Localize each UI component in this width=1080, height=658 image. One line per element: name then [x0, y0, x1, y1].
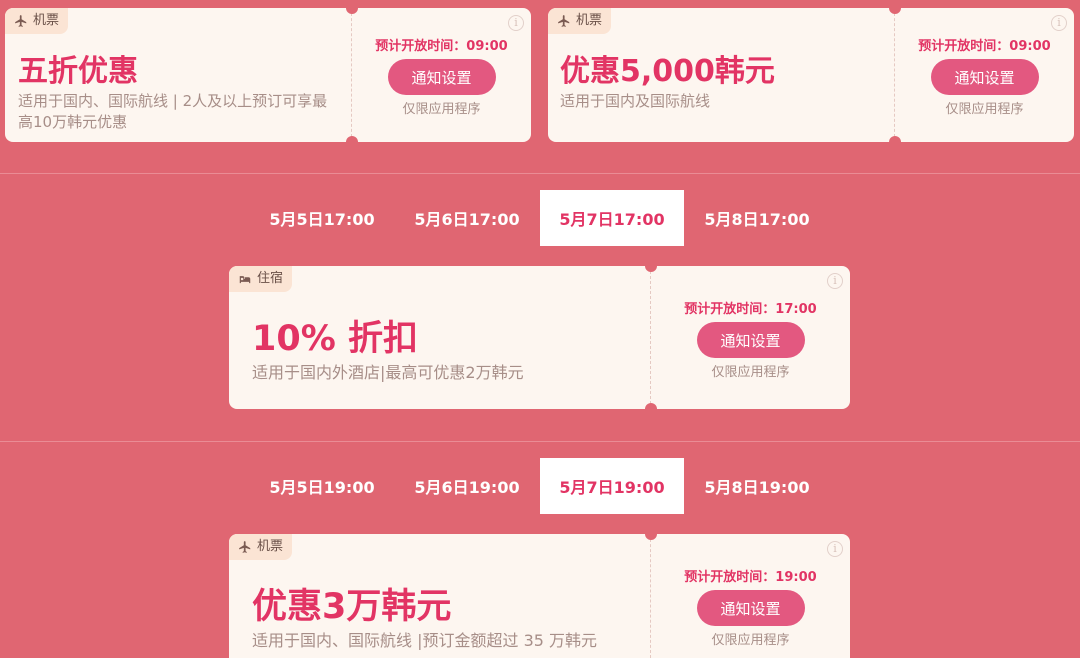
time-tab-may8-1900[interactable]: 5月8日19:00 [685, 458, 829, 514]
time-slot-tabs: 5月5日17:00 5月6日17:00 5月7日17:00 5月8日17:00 [0, 190, 1080, 246]
app-only-label: 仅限应用程序 [711, 365, 790, 380]
coupon-description-line: 适用于国内、国际航线 |预订金额超过 35 万韩元 [252, 631, 598, 650]
time-tab-may6-1900[interactable]: 5月6日19:00 [395, 458, 539, 514]
info-icon[interactable]: i [827, 273, 843, 289]
coupon-body: 机票 五折优惠 适用于国内、国际航线 | 2人及以上预订可享最 高10万韩元优惠 [5, 8, 351, 142]
coupon-description: 适用于国内、国际航线 |预订金额超过 35 万韩元 [252, 630, 652, 651]
open-time: 预计开放时间：17:00 [684, 302, 817, 317]
coupon-description: 适用于国内外酒店|最高可优惠2万韩元 [252, 362, 632, 383]
coupon-description-line: 适用于国内及国际航线 [560, 92, 711, 110]
bed-icon [239, 276, 251, 284]
notify-settings-button[interactable]: 通知设置 [696, 322, 805, 358]
coupon-title: 10% 折扣 [252, 319, 418, 359]
coupon-body: 机票 优惠3万韩元 适用于国内、国际航线 |预订金额超过 35 万韩元 [229, 534, 650, 658]
app-only-label: 仅限应用程序 [402, 102, 481, 117]
coupon-action-panel: i 预计开放时间：17:00 通知设置 仅限应用程序 [645, 266, 850, 409]
time-tab-may6-1700[interactable]: 5月6日17:00 [395, 190, 539, 246]
coupon-title: 优惠5,000韩元 [560, 54, 775, 89]
time-tab-may7-1700[interactable]: 5月7日17:00 [540, 190, 684, 246]
coupon-description-line: 适用于国内、国际航线 | 2人及以上预订可享最 [18, 92, 328, 110]
notify-settings-button[interactable]: 通知设置 [930, 59, 1039, 95]
open-time: 预计开放时间：19:00 [684, 570, 817, 585]
section-divider [0, 173, 1080, 174]
info-icon[interactable]: i [508, 15, 524, 31]
app-only-label: 仅限应用程序 [711, 633, 790, 648]
category-tag: 住宿 [229, 266, 293, 292]
coupon-title: 五折优惠 [18, 54, 138, 89]
category-tag-label: 住宿 [257, 271, 284, 286]
coupon-description-line: 适用于国内外酒店|最高可优惠2万韩元 [252, 363, 524, 382]
category-tag: 机票 [5, 8, 69, 34]
coupon-action-panel: i 预计开放时间：09:00 通知设置 仅限应用程序 [889, 8, 1074, 142]
time-slot-tabs: 5月5日19:00 5月6日19:00 5月7日19:00 5月8日19:00 [0, 458, 1080, 514]
app-only-label: 仅限应用程序 [945, 102, 1024, 117]
category-tag: 机票 [548, 8, 612, 34]
coupon-description-line: 高10万韩元优惠 [18, 113, 128, 131]
coupon-card-hotel-10pct: 住宿 10% 折扣 适用于国内外酒店|最高可优惠2万韩元 i 预计开放时间：17… [229, 266, 850, 409]
airplane-icon [15, 15, 27, 27]
time-tab-may8-1700[interactable]: 5月8日17:00 [685, 190, 829, 246]
notify-settings-button[interactable]: 通知设置 [387, 59, 496, 95]
coupon-card-flight-30000: 机票 优惠3万韩元 适用于国内、国际航线 |预订金额超过 35 万韩元 i 预计… [229, 534, 850, 658]
coupon-action-panel: i 预计开放时间：19:00 通知设置 仅限应用程序 [645, 534, 850, 658]
coupon-card-flight-half-off: 机票 五折优惠 适用于国内、国际航线 | 2人及以上预订可享最 高10万韩元优惠… [5, 8, 531, 142]
coupon-title: 优惠3万韩元 [252, 587, 452, 627]
coupon-card-flight-5000: 机票 优惠5,000韩元 适用于国内及国际航线 i 预计开放时间：09:00 通… [548, 8, 1074, 142]
coupon-body: 住宿 10% 折扣 适用于国内外酒店|最高可优惠2万韩元 [229, 266, 650, 409]
category-tag: 机票 [229, 534, 293, 560]
coupon-description: 适用于国内、国际航线 | 2人及以上预订可享最 高10万韩元优惠 [18, 91, 348, 133]
category-tag-label: 机票 [33, 13, 60, 28]
open-time: 预计开放时间：09:00 [918, 39, 1051, 54]
coupon-body: 机票 优惠5,000韩元 适用于国内及国际航线 [548, 8, 894, 142]
info-icon[interactable]: i [1051, 15, 1067, 31]
category-tag-label: 机票 [257, 539, 284, 554]
time-tab-may5-1700[interactable]: 5月5日17:00 [250, 190, 394, 246]
coupon-description: 适用于国内及国际航线 [560, 91, 890, 112]
info-icon[interactable]: i [827, 541, 843, 557]
time-tab-may7-1900[interactable]: 5月7日19:00 [540, 458, 684, 514]
time-tab-may5-1900[interactable]: 5月5日19:00 [250, 458, 394, 514]
coupon-action-panel: i 预计开放时间：09:00 通知设置 仅限应用程序 [346, 8, 531, 142]
open-time: 预计开放时间：09:00 [375, 39, 508, 54]
category-tag-label: 机票 [576, 13, 603, 28]
airplane-icon [239, 541, 251, 553]
notify-settings-button[interactable]: 通知设置 [696, 590, 805, 626]
airplane-icon [558, 15, 570, 27]
section-divider [0, 441, 1080, 442]
